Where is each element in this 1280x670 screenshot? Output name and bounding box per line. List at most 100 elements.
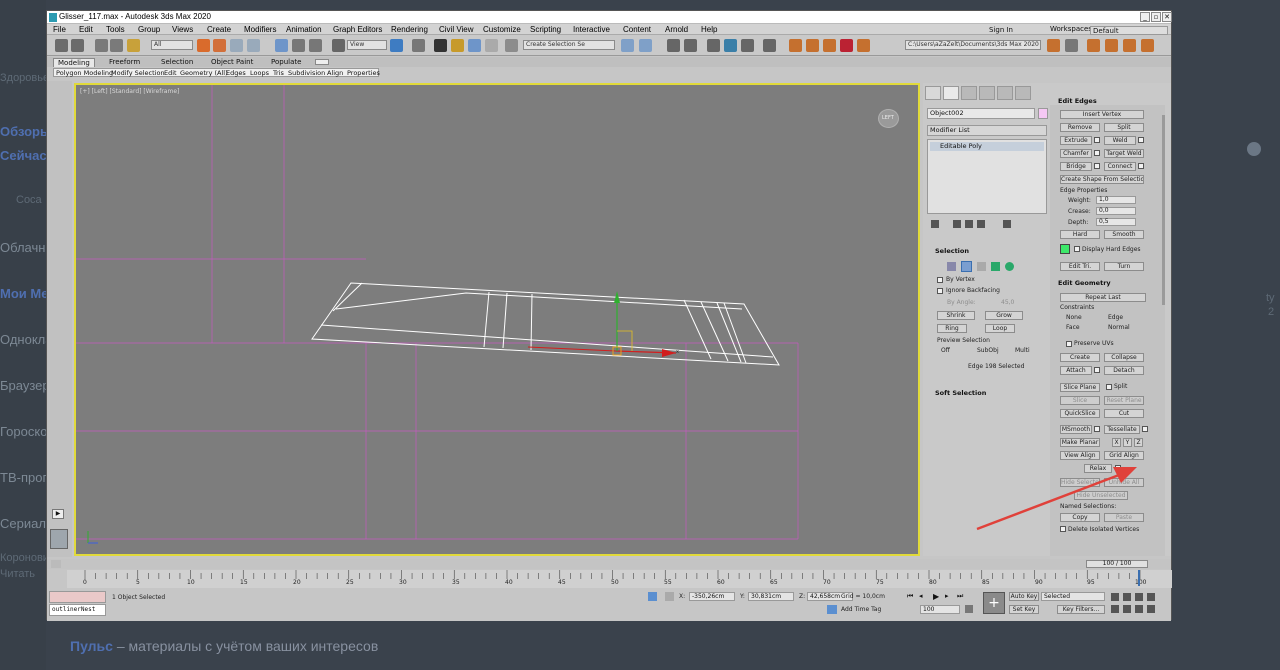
toolbar-extra-icon-2[interactable] xyxy=(1087,39,1100,52)
workspace-select[interactable]: Default xyxy=(1090,26,1168,35)
subpanel-subdivision[interactable]: Subdivision xyxy=(288,69,325,77)
tab-freeform[interactable]: Freeform xyxy=(109,58,140,66)
layer-explorer-icon[interactable] xyxy=(684,39,697,52)
menu-arnold[interactable]: Arnold xyxy=(665,25,688,34)
rect-selection-icon[interactable] xyxy=(230,39,243,52)
tab-modeling[interactable]: Modeling xyxy=(53,58,95,67)
time-configure-icon[interactable] xyxy=(51,560,61,568)
viewport-left[interactable]: [+] [Left] [Standard] [Wireframe] x LEFT xyxy=(74,83,920,556)
menu-civil-view[interactable]: Civil View xyxy=(439,25,474,34)
zoom-icon[interactable] xyxy=(1111,593,1119,601)
previous-frame-icon[interactable]: ◂ xyxy=(919,592,923,600)
time-tag-icon[interactable] xyxy=(827,605,837,614)
bind-space-warp-icon[interactable] xyxy=(127,39,140,52)
snap-toggle-icon[interactable] xyxy=(434,39,447,52)
go-to-end-icon[interactable]: ⏭ xyxy=(957,592,963,601)
ribbon-toggle-icon[interactable] xyxy=(707,39,720,52)
zoom-extents-all-icon[interactable] xyxy=(1147,593,1155,601)
window-crossing-icon[interactable] xyxy=(247,39,260,52)
bg-text[interactable]: Сейчас xyxy=(0,148,47,163)
auto-key-button[interactable]: Auto Key xyxy=(1009,592,1039,601)
render-setup-icon[interactable] xyxy=(789,39,802,52)
field-of-view-icon[interactable] xyxy=(1111,605,1119,613)
toolbar-extra-icon-4[interactable] xyxy=(1123,39,1136,52)
link-icon[interactable] xyxy=(95,39,108,52)
sign-in[interactable]: Sign In xyxy=(989,26,1013,34)
key-filters-button[interactable]: Key Filters... xyxy=(1057,605,1105,614)
unlink-icon[interactable] xyxy=(110,39,123,52)
toolbar-extra-icon-3[interactable] xyxy=(1105,39,1118,52)
align-icon[interactable] xyxy=(639,39,652,52)
named-selection-set[interactable]: Create Selection Se xyxy=(523,40,615,50)
scale-icon[interactable] xyxy=(309,39,322,52)
subpanel-edit[interactable]: Edit xyxy=(164,69,177,77)
absolute-mode-icon[interactable] xyxy=(665,592,674,601)
toolbar-extra-icon[interactable] xyxy=(1065,39,1078,52)
maximize-viewport-icon[interactable] xyxy=(1147,605,1155,613)
ribbon-options-icon[interactable] xyxy=(315,59,329,65)
menu-tools[interactable]: Tools xyxy=(106,25,125,34)
curve-editor-icon[interactable] xyxy=(724,39,737,52)
subpanel-tris[interactable]: Tris xyxy=(273,69,284,77)
menu-graph-editors[interactable]: Graph Editors xyxy=(333,25,382,34)
x-coordinate[interactable]: -350,26cm xyxy=(689,592,735,601)
keyboard-shortcut-icon[interactable] xyxy=(412,39,425,52)
help-icon[interactable] xyxy=(1247,142,1261,156)
viewcube[interactable]: LEFT xyxy=(878,109,899,128)
menu-rendering[interactable]: Rendering xyxy=(391,25,428,34)
subpanel-polygon-modeling[interactable]: Polygon Modeling xyxy=(56,69,113,77)
spinner-snap-icon[interactable] xyxy=(485,39,498,52)
named-selection-icon[interactable] xyxy=(505,39,518,52)
undo-icon[interactable] xyxy=(55,39,68,52)
select-object-icon[interactable] xyxy=(197,39,210,52)
menu-content[interactable]: Content xyxy=(623,25,651,34)
maxscript-listener-pink[interactable] xyxy=(49,591,106,603)
subpanel-edges[interactable]: Edges xyxy=(226,69,246,77)
time-config-icon[interactable] xyxy=(965,605,973,613)
toolbar-extra-icon-5[interactable] xyxy=(1141,39,1154,52)
subpanel-align[interactable]: Align xyxy=(327,69,343,77)
menu-customize[interactable]: Customize xyxy=(483,25,521,34)
set-key-button[interactable]: Set Key xyxy=(1009,605,1039,614)
key-mode-select[interactable]: Selected xyxy=(1041,592,1105,601)
menu-views[interactable]: Views xyxy=(172,25,193,34)
menu-scripting[interactable]: Scripting xyxy=(530,25,561,34)
tab-selection[interactable]: Selection xyxy=(161,58,193,66)
time-slider[interactable]: 100 / 100 xyxy=(1086,560,1148,568)
project-path[interactable]: C:\Users\aZaZelt\Documents\3ds Max 2020 xyxy=(905,40,1041,50)
menu-group[interactable]: Group xyxy=(138,25,160,34)
subpanel-properties[interactable]: Properties xyxy=(347,69,380,77)
subpanel-loops[interactable]: Loops xyxy=(250,69,269,77)
close-button[interactable]: ✕ xyxy=(1162,12,1172,22)
scene-explorer-icon[interactable] xyxy=(667,39,680,52)
move-icon[interactable] xyxy=(275,39,288,52)
menu-file[interactable]: File xyxy=(53,25,66,34)
menu-modifiers[interactable]: Modifiers xyxy=(244,25,276,34)
set-key-big-icon[interactable]: + xyxy=(983,592,1005,614)
pan-icon[interactable] xyxy=(1123,605,1131,613)
add-time-tag[interactable]: Add Time Tag xyxy=(841,606,881,613)
menu-interactive[interactable]: Interactive xyxy=(573,25,610,34)
y-coordinate[interactable]: 30,831cm xyxy=(748,592,794,601)
select-by-name-icon[interactable] xyxy=(213,39,226,52)
schematic-view-icon[interactable] xyxy=(741,39,754,52)
zoom-all-icon[interactable] xyxy=(1123,593,1131,601)
project-folder-icon[interactable] xyxy=(1047,39,1060,52)
lock-selection-icon[interactable] xyxy=(648,592,657,601)
orbit-icon[interactable] xyxy=(1135,605,1143,613)
angle-snap-icon[interactable] xyxy=(451,39,464,52)
play-icon[interactable]: ▶ xyxy=(52,509,64,519)
bg-text[interactable]: Обзоры xyxy=(0,124,51,139)
rotate-icon[interactable] xyxy=(292,39,305,52)
minimize-button[interactable]: _ xyxy=(1140,12,1150,22)
redo-icon[interactable] xyxy=(71,39,84,52)
placement-icon[interactable] xyxy=(332,39,345,52)
selection-filter[interactable]: All xyxy=(151,40,193,50)
material-editor-icon[interactable] xyxy=(763,39,776,52)
rendered-frame-icon[interactable] xyxy=(806,39,819,52)
menu-edit[interactable]: Edit xyxy=(79,25,93,34)
subpanel-modify-selection[interactable]: Modify Selection xyxy=(111,69,165,77)
pulse-brand[interactable]: Пульс xyxy=(70,638,113,654)
tab-object-paint[interactable]: Object Paint xyxy=(211,58,253,66)
tab-populate[interactable]: Populate xyxy=(271,58,301,66)
